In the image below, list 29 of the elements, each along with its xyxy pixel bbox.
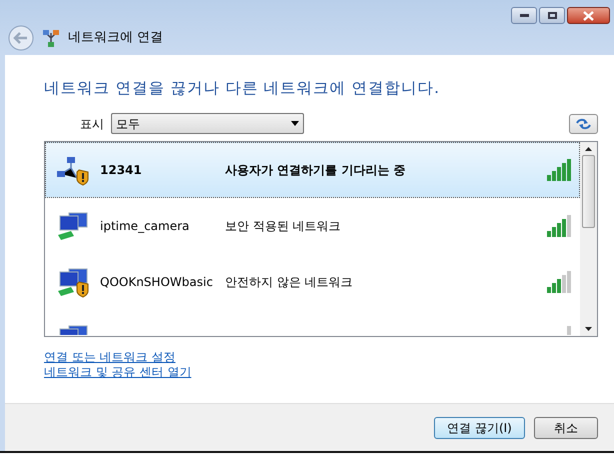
link[interactable]: 연결 또는 네트워크 설정	[44, 350, 176, 366]
link[interactable]: 네트워크 및 공유 센터 열기	[44, 365, 192, 380]
network-row[interactable]: QOOKnSHOWbasic 안전하지 않은 네트워크	[45, 254, 580, 310]
close-icon	[583, 10, 594, 20]
dialog-button[interactable]: 연결 끊기(I)	[434, 416, 525, 438]
filter-dropdown[interactable]: 모두	[111, 113, 304, 134]
scroll-down-arrow-icon[interactable]	[585, 327, 592, 332]
heading: 네트워크 연결을 끊거나 다른 네트워크에 연결합니다.	[43, 78, 441, 99]
refresh-icon	[575, 118, 592, 130]
close-button[interactable]	[567, 7, 610, 24]
caret-icon	[291, 121, 299, 126]
window-title: 네트워크에 연결	[68, 29, 164, 48]
scrollbar[interactable]	[580, 142, 597, 336]
network-name: 12341	[100, 162, 143, 180]
network-icon	[42, 29, 60, 47]
network-row[interactable]: 12341 사용자가 연결하기를 기다리는 중	[45, 142, 580, 198]
network-row[interactable]: iptime_camera 보안 적용된 네트워크	[45, 198, 580, 254]
network-status: 사용자가 연결하기를 기다리는 중	[225, 162, 407, 180]
signal-strength-icon	[567, 326, 571, 336]
network-name: QOOKnSHOWbasic	[100, 274, 214, 292]
filter-label: 표시	[80, 116, 104, 133]
minimize-button[interactable]	[511, 7, 537, 24]
scroll-up-arrow-icon[interactable]	[585, 147, 592, 152]
network-status: 보안 적용된 네트워크	[225, 218, 342, 236]
network-name: iptime_camera	[100, 218, 190, 236]
dialog-button[interactable]: 취소	[534, 416, 598, 438]
refresh-button[interactable]	[569, 114, 598, 134]
network-status: 안전하지 않은 네트워크	[225, 274, 354, 292]
maximize-button[interactable]	[539, 7, 565, 24]
